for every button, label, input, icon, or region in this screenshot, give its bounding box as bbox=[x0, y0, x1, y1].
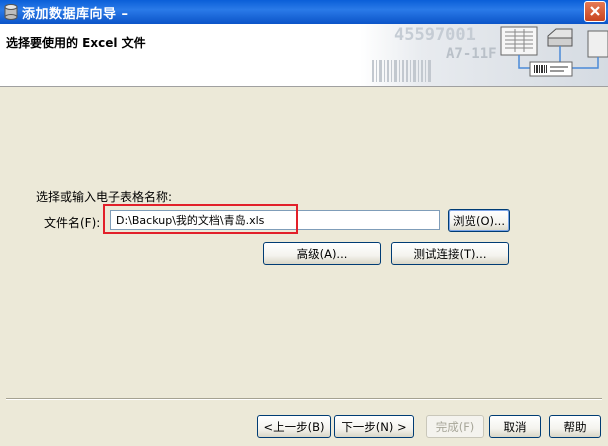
banner-code-1: 45597001 bbox=[394, 25, 476, 45]
finish-button[interactable]: 完成(F) bbox=[426, 415, 484, 438]
help-button[interactable]: 帮助 bbox=[549, 415, 601, 438]
wizard-header: 选择要使用的 Excel 文件 45597001 A7-11F bbox=[0, 24, 608, 87]
banner-code-2: A7-11F bbox=[446, 46, 497, 62]
advanced-button[interactable]: 高级(A)... bbox=[263, 242, 381, 265]
close-icon bbox=[590, 6, 600, 16]
footer-divider bbox=[6, 398, 602, 400]
close-button[interactable] bbox=[584, 1, 606, 22]
cancel-button[interactable]: 取消 bbox=[489, 415, 541, 438]
page-title: 选择要使用的 Excel 文件 bbox=[6, 36, 146, 50]
test-connection-button[interactable]: 测试连接(T)... bbox=[391, 242, 509, 265]
database-icon bbox=[4, 4, 18, 20]
title-bar[interactable]: 添加数据库向导 – bbox=[0, 0, 608, 24]
database-banner-art: 45597001 A7-11F bbox=[360, 24, 608, 86]
sheet-name-label: 选择或输入电子表格名称: bbox=[36, 190, 173, 204]
next-button[interactable]: 下一步(N) > bbox=[334, 415, 414, 438]
file-name-label: 文件名(F): bbox=[44, 216, 101, 230]
file-name-input[interactable] bbox=[110, 210, 440, 230]
window-title: 添加数据库向导 – bbox=[22, 7, 129, 22]
browse-button[interactable]: 浏览(O)... bbox=[448, 209, 510, 232]
back-button[interactable]: <上一步(B) bbox=[257, 415, 331, 438]
